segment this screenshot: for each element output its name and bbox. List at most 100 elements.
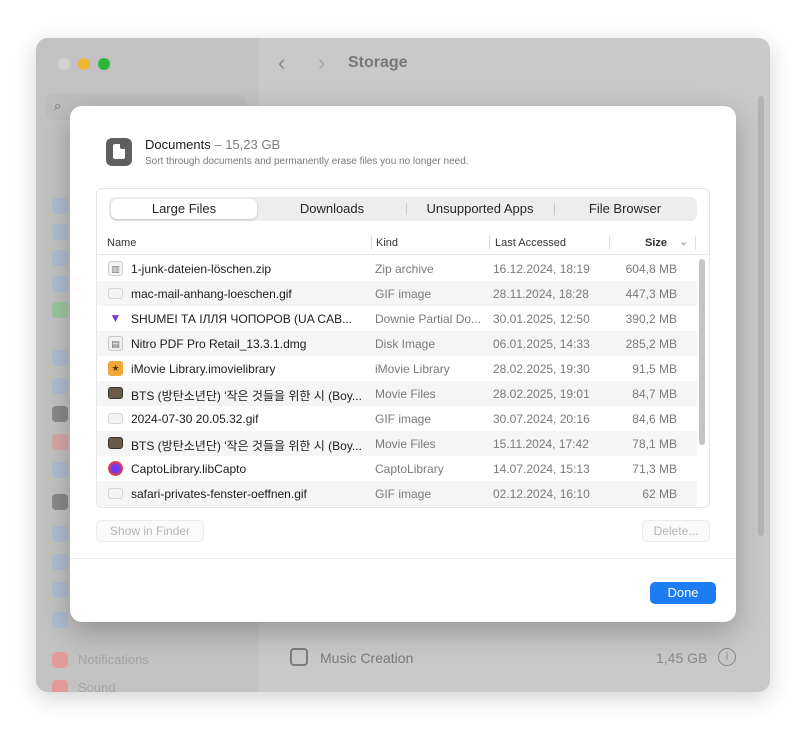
file-kind: Movie Files [375, 387, 436, 401]
table-row[interactable]: ▥ 1-junk-dateien-löschen.zip Zip archive… [97, 256, 697, 281]
files-panel: Large Files Downloads Unsupported Apps F… [96, 188, 710, 508]
file-date: 15.11.2024, 17:42 [493, 437, 589, 451]
document-icon [106, 138, 132, 166]
done-button[interactable]: Done [650, 582, 716, 604]
column-separator[interactable] [489, 236, 490, 250]
sidebar-item-notifications[interactable]: Notifications [78, 652, 149, 667]
capto-icon [108, 461, 123, 476]
sidebar-item-icon [52, 554, 68, 570]
file-name: mac-mail-anhang-loeschen.gif [131, 287, 292, 301]
sidebar-item-sound[interactable]: Sound [78, 680, 116, 692]
tab-downloads[interactable]: Downloads [259, 197, 405, 221]
column-separator[interactable] [371, 236, 372, 250]
file-size: 604,8 MB [625, 262, 677, 276]
sidebar-item-icon [52, 406, 68, 422]
sidebar-item-icon [52, 350, 68, 366]
gif-icon [108, 288, 123, 299]
file-kind: Zip archive [375, 262, 434, 276]
close-window-button[interactable] [58, 58, 70, 70]
sheet-subtitle: Sort through documents and permanently e… [145, 156, 469, 167]
minimize-window-button[interactable] [78, 58, 90, 70]
table-header: Name Kind Last Accessed Size ⌄ [97, 231, 709, 255]
dmg-icon: ▤ [108, 336, 123, 351]
sidebar-item-icon [52, 276, 68, 292]
file-date: 28.02.2025, 19:30 [493, 362, 590, 376]
sidebar-item-icon [52, 494, 68, 510]
search-icon: ⌕ [54, 98, 62, 113]
file-date: 30.07.2024, 20:16 [493, 412, 590, 426]
table-row[interactable]: BTS (방탄소년단) '작은 것들을 위한 시 (Boy... Movie F… [97, 431, 697, 456]
sheet-title: Documents – 15,23 GB [145, 137, 280, 152]
background-scrollbar[interactable] [758, 96, 764, 536]
delete-button[interactable]: Delete... [642, 520, 710, 542]
gif-icon [108, 488, 123, 499]
column-header-name[interactable]: Name [107, 237, 136, 249]
sidebar-item-icon [52, 462, 68, 478]
sidebar-item-icon [52, 612, 68, 628]
imovie-icon: ★ [108, 361, 123, 376]
file-date: 28.02.2025, 19:01 [493, 387, 590, 401]
sidebar-item-icon [52, 224, 68, 240]
info-icon[interactable]: i [718, 648, 736, 666]
file-date: 06.01.2025, 14:33 [493, 337, 590, 351]
tab-file-browser[interactable]: File Browser [555, 197, 695, 221]
file-size: 91,5 MB [632, 362, 677, 376]
table-row[interactable]: CaptoLibrary.libCapto CaptoLibrary 14.07… [97, 456, 697, 481]
table-row[interactable]: 2024-07-30 20.05.32.gif GIF image 30.07.… [97, 406, 697, 431]
sidebar-item-icon [52, 378, 68, 394]
file-size: 62 MB [642, 487, 677, 501]
documents-sheet: Documents – 15,23 GB Sort through docume… [70, 106, 736, 622]
zip-icon: ▥ [108, 261, 123, 276]
file-kind: GIF image [375, 487, 432, 501]
music-creation-size: 1,45 GB [656, 650, 708, 666]
music-creation-label: Music Creation [320, 650, 414, 666]
notifications-icon [52, 652, 68, 668]
table-row[interactable]: BTS (방탄소년단) '작은 것들을 위한 시 (Boy... Movie F… [97, 381, 697, 406]
column-separator[interactable] [695, 236, 696, 250]
table-row[interactable]: ▤ Nitro PDF Pro Retail_13.3.1.dmg Disk I… [97, 331, 697, 356]
file-kind: iMovie Library [375, 362, 450, 376]
zoom-window-button[interactable] [98, 58, 110, 70]
file-kind: Downie Partial Do... [375, 312, 482, 326]
table-row[interactable]: ★ iMovie Library.imovielibrary iMovie Li… [97, 356, 697, 381]
column-header-kind[interactable]: Kind [376, 237, 398, 249]
sidebar-item-icon [52, 434, 68, 450]
back-arrow-icon[interactable]: ‹ [278, 50, 285, 76]
file-kind: GIF image [375, 287, 432, 301]
table-row[interactable]: mac-mail-anhang-loeschen.gif GIF image 2… [97, 281, 697, 306]
file-date: 28.11.2024, 18:28 [493, 287, 589, 301]
file-name: 1-junk-dateien-löschen.zip [131, 262, 272, 276]
file-name: 2024-07-30 20.05.32.gif [131, 412, 259, 426]
file-kind: Movie Files [375, 437, 436, 451]
downie-icon: ▼ [109, 311, 122, 325]
sidebar-item-icon [52, 582, 68, 598]
tab-unsupported-apps[interactable]: Unsupported Apps [407, 197, 553, 221]
file-name: Nitro PDF Pro Retail_13.3.1.dmg [131, 337, 307, 351]
file-date: 02.12.2024, 16:10 [493, 487, 590, 501]
sidebar-item-icon [52, 250, 68, 266]
sidebar-item-icon [52, 198, 68, 214]
movie-icon [108, 437, 123, 449]
sidebar-item-icon [52, 302, 68, 318]
file-size: 447,3 MB [625, 287, 677, 301]
table-row[interactable]: ▼ SHUMEI ТА ІЛЛЯ ЧОПОРОВ (UA CAB... Down… [97, 306, 697, 331]
gif-icon [108, 413, 123, 424]
tab-large-files[interactable]: Large Files [111, 199, 257, 219]
sheet-title-size: – 15,23 GB [210, 137, 281, 152]
file-name: iMovie Library.imovielibrary [131, 362, 276, 376]
show-in-finder-button[interactable]: Show in Finder [96, 520, 204, 542]
column-header-last-accessed[interactable]: Last Accessed [495, 237, 566, 249]
file-size: 285,2 MB [625, 337, 677, 351]
table-row[interactable]: safari-privates-fenster-oeffnen.gif GIF … [97, 481, 697, 506]
table-scrollbar[interactable] [699, 259, 705, 445]
file-date: 16.12.2024, 18:19 [493, 262, 590, 276]
file-date: 14.07.2024, 15:13 [493, 462, 590, 476]
file-name: BTS (방탄소년단) '작은 것들을 위한 시 (Boy... [131, 439, 362, 453]
file-size: 71,3 MB [632, 462, 677, 476]
file-name: SHUMEI ТА ІЛЛЯ ЧОПОРОВ (UA CAB... [131, 312, 353, 326]
column-separator[interactable] [609, 236, 610, 250]
sort-chevron-icon[interactable]: ⌄ [679, 235, 688, 248]
column-header-size[interactable]: Size [645, 237, 667, 249]
file-name: BTS (방탄소년단) '작은 것들을 위한 시 (Boy... [131, 389, 362, 403]
forward-arrow-icon[interactable]: › [318, 50, 325, 76]
